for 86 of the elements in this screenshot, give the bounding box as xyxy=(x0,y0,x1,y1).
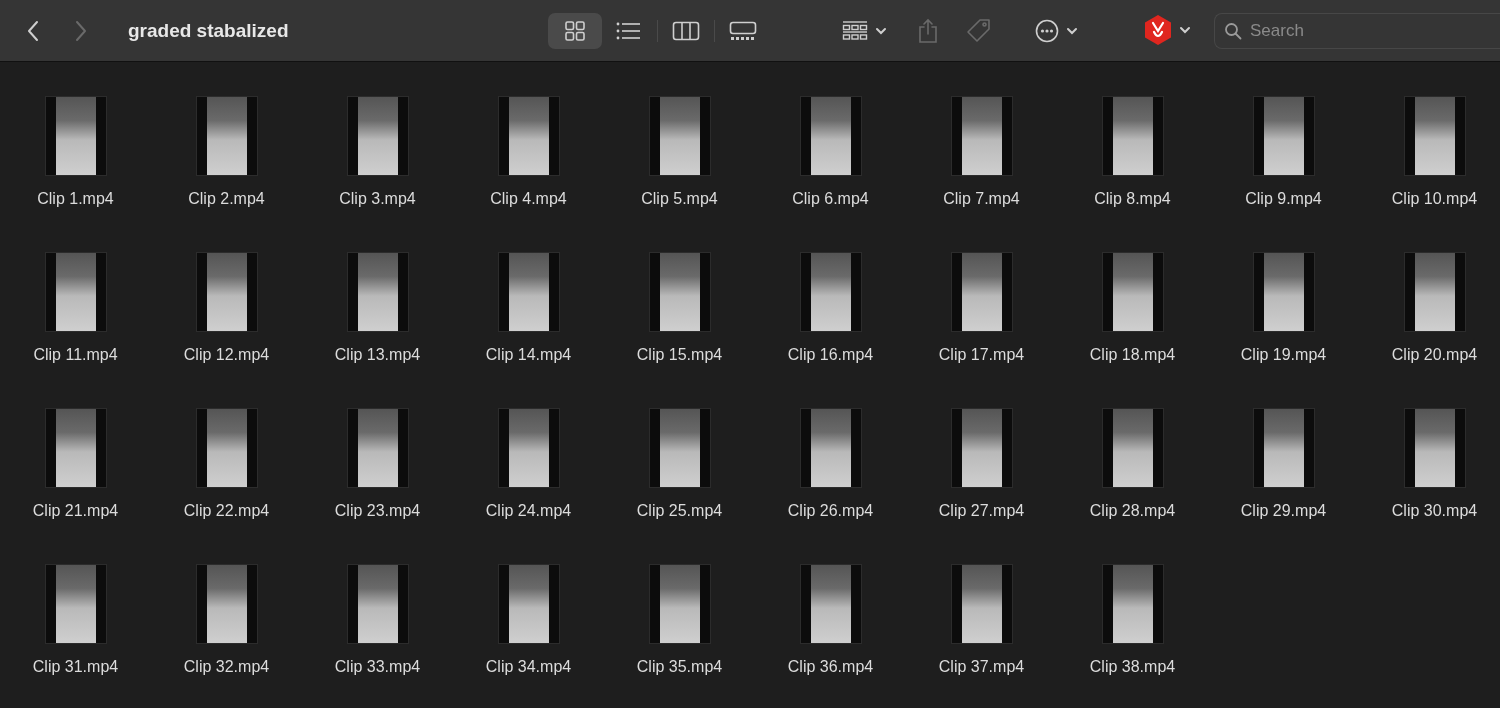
video-thumbnail[interactable] xyxy=(1101,564,1164,644)
video-thumbnail[interactable] xyxy=(1252,252,1315,332)
video-thumbnail[interactable] xyxy=(44,408,107,488)
file-name[interactable]: Clip 15.mp4 xyxy=(636,346,723,364)
file-name[interactable]: Clip 7.mp4 xyxy=(943,190,1020,208)
file-name[interactable]: Clip 38.mp4 xyxy=(1089,658,1176,676)
file-name[interactable]: Clip 34.mp4 xyxy=(485,658,572,676)
chevron-left-icon xyxy=(26,19,40,42)
video-thumbnail[interactable] xyxy=(497,408,560,488)
icons-view-button[interactable] xyxy=(548,12,602,49)
video-thumbnail[interactable] xyxy=(497,96,560,176)
file-name[interactable]: Clip 8.mp4 xyxy=(1094,190,1171,208)
video-thumbnail[interactable] xyxy=(195,252,258,332)
file-name[interactable]: Clip 24.mp4 xyxy=(485,502,572,520)
file-name[interactable]: Clip 25.mp4 xyxy=(636,502,723,520)
file-name[interactable]: Clip 36.mp4 xyxy=(787,658,874,676)
file-name[interactable]: Clip 21.mp4 xyxy=(32,502,119,520)
file-name[interactable]: Clip 35.mp4 xyxy=(636,658,723,676)
file-name[interactable]: Clip 13.mp4 xyxy=(334,346,421,364)
file-name[interactable]: Clip 19.mp4 xyxy=(1240,346,1327,364)
video-thumbnail[interactable] xyxy=(195,564,258,644)
file-name[interactable]: Clip 3.mp4 xyxy=(339,190,416,208)
video-thumbnail[interactable] xyxy=(950,96,1013,176)
video-thumbnail[interactable] xyxy=(44,564,107,644)
video-thumbnail[interactable] xyxy=(44,252,107,332)
video-thumbnail[interactable] xyxy=(195,408,258,488)
search-field[interactable]: Search xyxy=(1214,12,1500,49)
file-name[interactable]: Clip 18.mp4 xyxy=(1089,346,1176,364)
file-name[interactable]: Clip 11.mp4 xyxy=(33,346,118,364)
window-title: graded stabalized xyxy=(128,19,290,42)
chevron-right-icon xyxy=(74,19,88,42)
file-name[interactable]: Clip 22.mp4 xyxy=(183,502,270,520)
video-thumbnail[interactable] xyxy=(950,252,1013,332)
file-name[interactable]: Clip 9.mp4 xyxy=(1245,190,1322,208)
file-name[interactable]: Clip 37.mp4 xyxy=(938,658,1025,676)
file-name[interactable]: Clip 30.mp4 xyxy=(1391,502,1478,520)
video-thumbnail[interactable] xyxy=(497,564,560,644)
file-name[interactable]: Clip 20.mp4 xyxy=(1391,346,1478,364)
file-name[interactable]: Clip 17.mp4 xyxy=(938,346,1025,364)
video-thumbnail[interactable] xyxy=(950,564,1013,644)
file-name[interactable]: Clip 6.mp4 xyxy=(792,190,869,208)
file-name[interactable]: Clip 28.mp4 xyxy=(1089,502,1176,520)
video-thumbnail[interactable] xyxy=(799,564,862,644)
list-icon xyxy=(616,20,642,41)
video-thumbnail[interactable] xyxy=(648,252,711,332)
gallery-icon xyxy=(729,20,757,41)
video-thumbnail[interactable] xyxy=(1252,408,1315,488)
video-thumbnail[interactable] xyxy=(1101,252,1164,332)
file-name[interactable]: Clip 16.mp4 xyxy=(787,346,874,364)
file-name[interactable]: Clip 29.mp4 xyxy=(1240,502,1327,520)
video-thumbnail[interactable] xyxy=(346,564,409,644)
video-thumbnail[interactable] xyxy=(950,408,1013,488)
file-name[interactable]: Clip 32.mp4 xyxy=(183,658,270,676)
file-name[interactable]: Clip 14.mp4 xyxy=(485,346,572,364)
video-thumbnail[interactable] xyxy=(346,96,409,176)
video-thumbnail[interactable] xyxy=(648,408,711,488)
file-name[interactable]: Clip 1.mp4 xyxy=(37,190,114,208)
video-thumbnail[interactable] xyxy=(799,96,862,176)
video-thumbnail[interactable] xyxy=(1403,96,1466,176)
video-thumbnail[interactable] xyxy=(346,408,409,488)
file-name[interactable]: Clip 27.mp4 xyxy=(938,502,1025,520)
columns-icon xyxy=(672,20,700,41)
file-name[interactable]: Clip 26.mp4 xyxy=(787,502,874,520)
grid-icon xyxy=(564,19,586,42)
search-icon xyxy=(1224,21,1242,40)
video-thumbnail[interactable] xyxy=(1101,408,1164,488)
video-thumbnail[interactable] xyxy=(648,564,711,644)
video-thumbnail[interactable] xyxy=(497,252,560,332)
file-name[interactable]: Clip 5.mp4 xyxy=(641,190,718,208)
file-name[interactable]: Clip 33.mp4 xyxy=(334,658,421,676)
video-thumbnail[interactable] xyxy=(799,408,862,488)
file-name[interactable]: Clip 23.mp4 xyxy=(334,502,421,520)
video-thumbnail[interactable] xyxy=(1252,96,1315,176)
video-thumbnail[interactable] xyxy=(648,96,711,176)
file-name[interactable]: Clip 31.mp4 xyxy=(32,658,119,676)
file-name[interactable]: Clip 4.mp4 xyxy=(490,190,567,208)
file-name[interactable]: Clip 2.mp4 xyxy=(188,190,265,208)
video-thumbnail[interactable] xyxy=(1403,408,1466,488)
video-thumbnail[interactable] xyxy=(1101,96,1164,176)
video-thumbnail[interactable] xyxy=(195,96,258,176)
video-thumbnail[interactable] xyxy=(799,252,862,332)
video-thumbnail[interactable] xyxy=(346,252,409,332)
video-thumbnail[interactable] xyxy=(1403,252,1466,332)
video-thumbnail[interactable] xyxy=(44,96,107,176)
file-name[interactable]: Clip 12.mp4 xyxy=(183,346,270,364)
file-name[interactable]: Clip 10.mp4 xyxy=(1391,190,1478,208)
